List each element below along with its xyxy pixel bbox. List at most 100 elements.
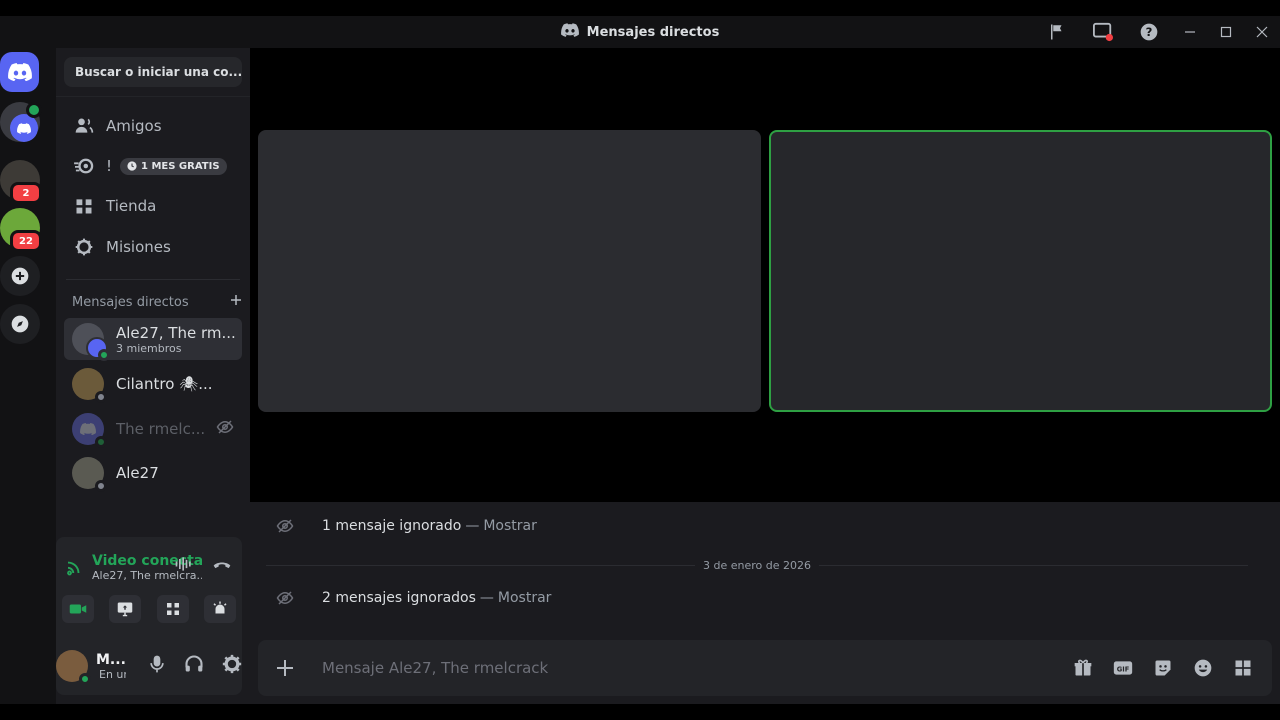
compass-icon <box>11 315 29 333</box>
offline-status-icon <box>95 480 107 492</box>
eye-slash-icon <box>276 517 296 535</box>
discover-button[interactable] <box>0 304 40 344</box>
top-black-strip <box>0 0 1280 16</box>
find-conversation-button[interactable]: Buscar o iniciar una co... <box>64 57 242 87</box>
group-dm-server-button[interactable] <box>0 102 42 142</box>
dm-item-rmelcrack[interactable]: The rmelc... <box>64 408 242 450</box>
discord-logo-icon <box>560 23 579 41</box>
date-divider: 3 de enero de 2026 <box>266 558 1248 572</box>
dm-sub: 3 miembros <box>116 341 182 355</box>
eye-slash-icon[interactable] <box>216 418 234 440</box>
divider <box>56 96 250 97</box>
user-avatar <box>72 457 107 492</box>
maximize-icon[interactable] <box>1208 16 1244 48</box>
server-rail: 2 22 <box>0 48 56 704</box>
divider-line <box>266 564 695 566</box>
nav-nitro[interactable]: ! 1 MES GRATIS <box>64 148 242 184</box>
user-panel: M... En un... <box>56 637 242 695</box>
ignored-messages-row: 2 mensajes ignorados — Mostrar <box>276 586 551 610</box>
camera-button[interactable] <box>62 595 94 623</box>
soundboard-button[interactable] <box>203 595 236 623</box>
gift-icon[interactable] <box>1072 657 1094 679</box>
video-tile-participant-1[interactable] <box>258 130 761 412</box>
unread-badge: 22 <box>10 230 42 252</box>
sticker-icon[interactable] <box>1152 657 1174 679</box>
video-tile-participant-2-speaking[interactable] <box>769 130 1272 412</box>
dm-section-header: Mensajes directos <box>72 294 242 310</box>
promo-text: 1 MES GRATIS <box>141 160 220 172</box>
eye-slash-icon <box>276 589 296 607</box>
svg-text:GIF: GIF <box>1117 665 1130 673</box>
activities-button[interactable] <box>156 595 189 623</box>
screen-share-icon <box>118 602 133 617</box>
screen-share-button[interactable] <box>109 595 142 623</box>
dm-item-ale27[interactable]: Ale27 <box>64 452 242 494</box>
gif-icon[interactable]: GIF <box>1112 657 1134 679</box>
dm-name: Ale27 <box>116 464 159 482</box>
minimize-icon[interactable] <box>1172 16 1208 48</box>
quests-icon <box>66 237 102 257</box>
ignored-count: 1 mensaje ignorado <box>322 518 462 534</box>
separator-dash: — <box>465 518 480 534</box>
discord-avatar-icon <box>80 423 96 435</box>
show-ignored-link[interactable]: Mostrar <box>498 590 552 606</box>
discord-home-icon <box>7 63 32 81</box>
dm-sidebar: Buscar o iniciar una co... Amigos ! 1 ME… <box>56 48 250 704</box>
headphones-icon[interactable] <box>184 654 204 678</box>
show-ignored-link[interactable]: Mostrar <box>483 518 537 534</box>
ignored-messages-row: 1 mensaje ignorado — Mostrar <box>276 514 537 538</box>
bottom-black-strip <box>0 704 1280 720</box>
user-avatar <box>72 368 107 403</box>
message-composer: Mensaje Ale27, The rmelcrack GIF <box>258 640 1272 696</box>
separator-dash: — <box>479 590 494 606</box>
promo-badge: 1 MES GRATIS <box>120 157 227 175</box>
nav-label: Misiones <box>106 238 171 256</box>
close-icon[interactable] <box>1244 16 1280 48</box>
dm-header-label: Mensajes directos <box>72 294 189 310</box>
online-status-icon <box>79 673 91 685</box>
nav-label: Amigos <box>106 117 162 135</box>
camera-icon <box>69 604 87 614</box>
create-dm-plus-icon[interactable] <box>230 294 242 310</box>
title-bar: Mensajes directos ? <box>0 16 1280 48</box>
dm-name: Ale27, The rm... <box>116 323 236 342</box>
dm-item-cilantro[interactable]: Cilantro 🕷... <box>64 363 242 405</box>
online-status-icon <box>95 436 107 448</box>
user-avatar[interactable] <box>56 650 91 685</box>
friends-icon <box>66 116 102 136</box>
offline-status-icon <box>95 391 107 403</box>
inbox-flag-icon[interactable] <box>1034 16 1080 48</box>
dm-name: Cilantro 🕷... <box>116 375 213 393</box>
noise-suppression-icon[interactable] <box>174 555 194 577</box>
apps-icon[interactable] <box>1232 657 1254 679</box>
settings-gear-icon[interactable] <box>222 654 242 678</box>
add-server-button[interactable] <box>0 256 40 296</box>
attach-plus-icon[interactable] <box>258 658 312 678</box>
group-avatar <box>72 323 110 361</box>
microphone-icon[interactable] <box>148 654 166 678</box>
divider-line <box>819 564 1248 566</box>
dm-item-group[interactable]: Ale27, The rm... 3 miembros <box>64 318 242 361</box>
screen-status-icon[interactable] <box>1080 16 1126 48</box>
nav-friends[interactable]: Amigos <box>64 108 242 144</box>
nitro-icon <box>66 157 102 175</box>
emoji-icon[interactable] <box>1192 657 1214 679</box>
add-server-icon <box>11 267 29 285</box>
server-button-1[interactable]: 2 <box>0 160 42 204</box>
user-avatar <box>72 413 107 448</box>
help-icon[interactable]: ? <box>1126 16 1172 48</box>
message-input[interactable]: Mensaje Ale27, The rmelcrack <box>312 659 1072 677</box>
discord-avatar-icon <box>10 114 38 142</box>
home-button[interactable] <box>0 52 39 92</box>
window-title-text: Mensajes directos <box>586 24 720 40</box>
shop-icon <box>66 196 102 216</box>
username[interactable]: M... <box>96 652 126 668</box>
server-button-2[interactable]: 22 <box>0 208 42 252</box>
nav-quests[interactable]: Misiones <box>64 229 242 265</box>
video-active-icon <box>26 102 42 118</box>
divider <box>66 279 240 280</box>
nav-shop[interactable]: Tienda <box>64 188 242 224</box>
disconnect-icon[interactable] <box>212 555 232 577</box>
connection-signal-icon[interactable] <box>56 558 92 576</box>
ignored-count: 2 mensajes ignorados <box>322 590 476 606</box>
